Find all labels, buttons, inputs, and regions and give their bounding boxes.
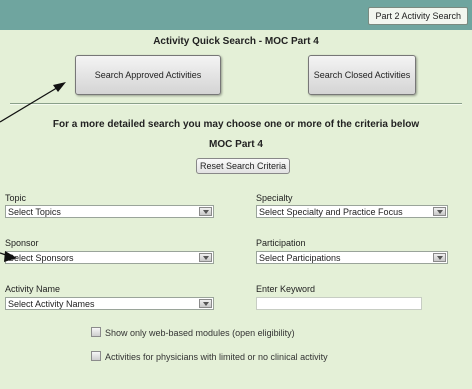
arrow-to-sponsor-select (0, 251, 17, 262)
arrow-to-approved-button (0, 82, 66, 123)
annotation-arrows (0, 82, 66, 262)
